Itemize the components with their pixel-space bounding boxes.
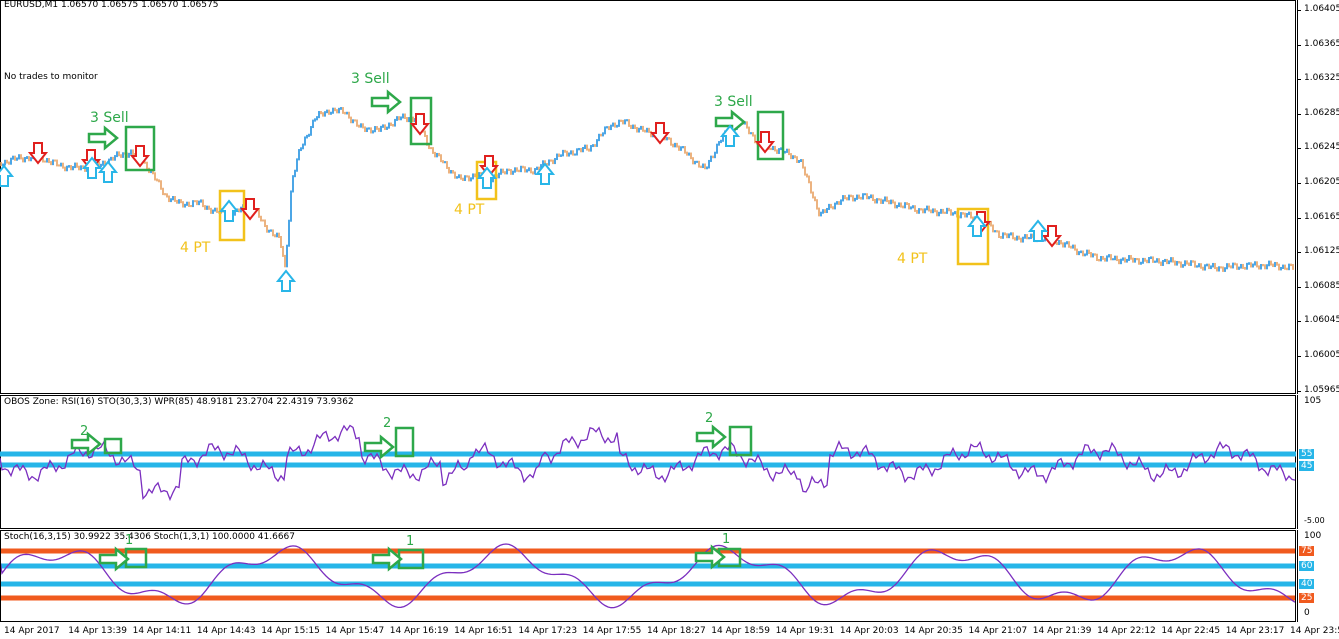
time-tick-label: 14 Apr 21:39: [1032, 626, 1092, 636]
time-tick-label: 14 Apr 17:23: [518, 626, 578, 636]
time-tick-label: 14 Apr 18:59: [711, 626, 770, 636]
stoch-level-40: 40: [1299, 579, 1315, 589]
stoch-marker-label: 1: [722, 532, 731, 547]
stoch-marker-label: 1: [125, 533, 134, 548]
price-tick-mark: [1297, 44, 1301, 46]
obos-marker-label: 2: [80, 424, 89, 439]
time-tick-label: 14 Apr 16:19: [389, 626, 449, 636]
time-tick-label: 14 Apr 2017: [4, 626, 60, 636]
obos-signal-box: [728, 425, 753, 457]
price-tick-mark: [1297, 356, 1301, 357]
time-tick-label: 14 Apr 21:07: [968, 626, 1028, 636]
time-tick-label: 14 Apr 23:17: [1225, 626, 1285, 636]
time-tick-label: 14 Apr 19:31: [775, 626, 835, 636]
time-tick-label: 14 Apr 16:51: [454, 626, 513, 636]
price-tick-label: 1.06125: [1304, 246, 1339, 257]
price-tick-mark: [1297, 10, 1301, 11]
time-tick-label: 14 Apr 20:03: [839, 626, 899, 636]
time-tick-label: 14 Apr 17:55: [582, 626, 642, 636]
time-tick-label: 14 Apr 13:39: [68, 626, 127, 636]
price-tick-label: 1.06365: [1304, 38, 1339, 49]
stoch-pane[interactable]: [0, 530, 1296, 622]
obos-scale-top: 105: [1304, 396, 1322, 406]
stoch-level-75: 75: [1299, 546, 1315, 556]
stoch-level-60: 60: [1299, 561, 1315, 571]
time-tick-label: 14 Apr 14:11: [132, 626, 192, 636]
price-tick-mark: [1297, 79, 1301, 81]
stoch-scale-top: 100: [1304, 531, 1322, 541]
obos-scale-bottom: -5.00: [1304, 516, 1325, 525]
price-tick-label: 1.06165: [1304, 211, 1339, 222]
price-tick-label: 1.06205: [1304, 177, 1339, 187]
price-scale[interactable]: [1297, 0, 1339, 394]
price-tick-mark: [1297, 217, 1301, 219]
price-tick-label: 1.06245: [1304, 142, 1339, 153]
price-tick-mark: [1297, 390, 1301, 392]
price-tick-mark: [1297, 252, 1301, 254]
stoch-level-25: 25: [1299, 593, 1315, 603]
obos-oscillator-line: [0, 424, 1296, 502]
price-tick-label: 1.06325: [1304, 73, 1339, 84]
time-tick-label: 14 Apr 14:43: [196, 626, 256, 636]
price-tick-mark: [1297, 321, 1301, 323]
price-tick-label: 1.05965: [1304, 384, 1339, 395]
obos-marker-label: 2: [383, 416, 392, 431]
price-tick-mark: [1297, 148, 1301, 150]
obos-marker-label: 2: [705, 411, 714, 426]
time-tick-label: 14 Apr 23:50: [1290, 626, 1339, 636]
obos-level-55: 55: [1299, 449, 1315, 459]
time-tick-label: 14 Apr 22:12: [1097, 626, 1156, 636]
price-tick-mark: [1297, 113, 1301, 115]
stoch-marker-label: 1: [406, 534, 415, 549]
stoch-indicator-info: Stoch(16,3,15) 30.9922 35.4306 Stoch(1,3…: [4, 532, 295, 542]
time-tick-label: 14 Apr 15:15: [261, 626, 320, 636]
price-tick-mark: [1297, 286, 1301, 288]
time-tick-label: 14 Apr 20:35: [904, 626, 963, 636]
price-tick-label: 1.06085: [1304, 280, 1339, 291]
obos-level-45: 45: [1299, 461, 1315, 471]
price-tick-label: 1.06405: [1304, 4, 1339, 14]
right-arrow-icon: [695, 424, 727, 450]
price-tick-label: 1.06285: [1304, 107, 1339, 118]
price-tick-label: 1.06005: [1304, 350, 1339, 360]
time-tick-label: 14 Apr 22:45: [1161, 626, 1221, 636]
price-tick-mark: [1297, 183, 1301, 184]
stoch-scale-bottom: 0: [1304, 608, 1310, 618]
price-tick-label: 1.06045: [1304, 315, 1339, 326]
time-tick-label: 14 Apr 18:27: [647, 626, 706, 636]
time-tick-label: 14 Apr 15:47: [325, 626, 385, 636]
